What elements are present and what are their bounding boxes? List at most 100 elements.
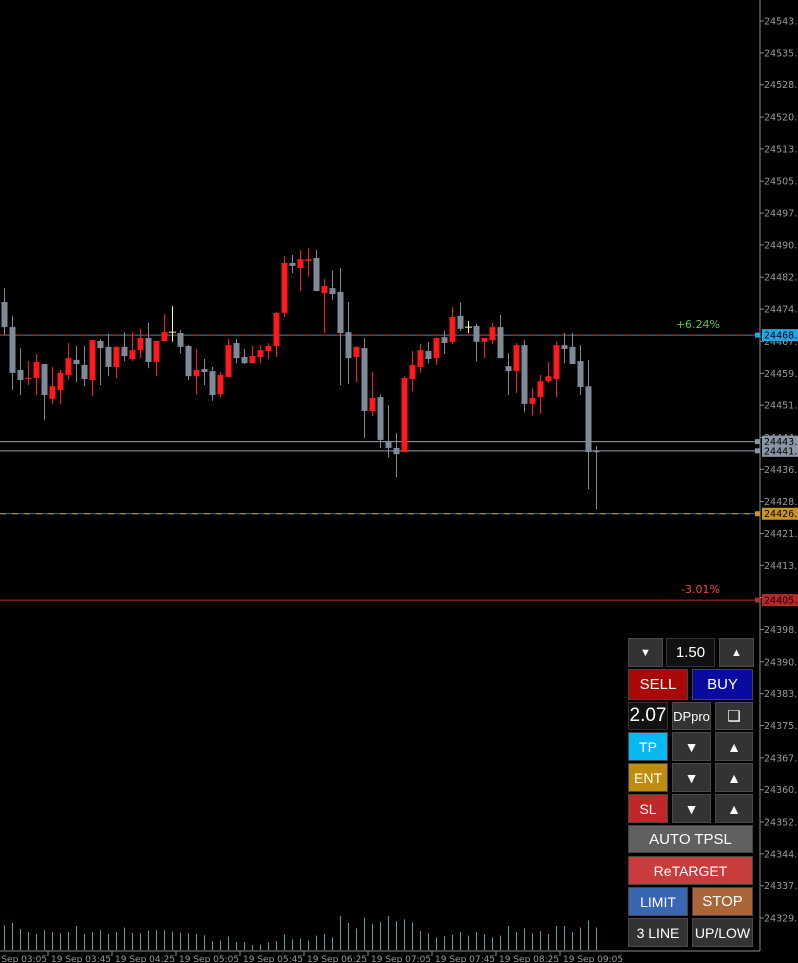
candle-body <box>313 257 320 292</box>
candle <box>193 348 200 395</box>
candle-body <box>321 286 328 294</box>
y-tick-label: 24344.9 <box>764 849 798 860</box>
y-tick-label: 24451.9 <box>764 401 798 412</box>
candle-body <box>185 346 192 377</box>
candle-body <box>33 361 40 378</box>
entry-down-button[interactable]: ▼ <box>672 763 711 792</box>
candle <box>33 353 40 396</box>
candle <box>9 315 16 391</box>
x-tick-label: 19 Sep 05:05 <box>179 955 239 963</box>
entry-up-button[interactable]: ▲ <box>715 763 753 792</box>
candle-body <box>481 338 488 342</box>
candle-body <box>49 386 56 399</box>
candle <box>225 338 232 378</box>
candle <box>457 302 464 331</box>
price-tag-label: 24426.0 <box>764 509 798 520</box>
y-tick-label: 24398.4 <box>764 625 798 636</box>
lot-size-field[interactable]: 1.50 <box>666 638 715 667</box>
candle-body <box>545 376 552 382</box>
candle-body <box>577 361 584 388</box>
y-tick-label: 24436.6 <box>764 465 798 476</box>
y-tick-label: 24383.1 <box>764 689 798 700</box>
candle-body <box>17 369 24 380</box>
lot-increase-button[interactable]: ▲ <box>719 638 754 667</box>
candle-body <box>281 262 288 313</box>
y-tick-label: 24497.7 <box>764 209 798 220</box>
sl-down-button[interactable]: ▼ <box>672 794 711 823</box>
candle <box>465 320 472 333</box>
lot-decrease-button[interactable]: ▼ <box>628 638 663 667</box>
candle-body <box>393 447 400 455</box>
level-percent-label: -3.01% <box>681 583 720 596</box>
candle <box>113 346 120 378</box>
up-low-button[interactable]: UP/LOW <box>692 918 753 947</box>
candle-body <box>329 288 336 294</box>
candle-body <box>249 356 256 364</box>
entry-button[interactable]: ENT <box>628 763 668 792</box>
retarget-button[interactable]: ReTARGET <box>628 856 753 885</box>
y-tick-label: 24413.7 <box>764 561 798 572</box>
candle-body <box>425 351 432 359</box>
candle <box>201 359 208 385</box>
candle <box>97 338 104 385</box>
candle-body <box>593 451 600 453</box>
sl-up-button[interactable]: ▲ <box>715 794 753 823</box>
tp-button[interactable]: TP <box>628 732 668 761</box>
three-line-button[interactable]: 3 LINE <box>628 918 688 947</box>
candle-body <box>473 325 480 342</box>
candle-body <box>9 327 16 373</box>
candle <box>377 394 384 448</box>
candle-body <box>241 356 248 364</box>
y-tick-label: 24505.3 <box>764 177 798 188</box>
auto-tpsl-button[interactable]: AUTO TPSL <box>628 825 753 853</box>
candle <box>353 346 360 383</box>
tp-up-button[interactable]: ▲ <box>715 732 753 761</box>
candle <box>577 345 584 396</box>
buy-button[interactable]: BUY <box>692 669 753 700</box>
candle <box>361 338 368 439</box>
y-tick-label: 24367.8 <box>764 753 798 764</box>
sell-button[interactable]: SELL <box>628 669 688 700</box>
level-handle <box>755 511 760 517</box>
candle-body <box>89 340 96 380</box>
candle-body <box>81 364 88 380</box>
candle-body <box>513 345 520 372</box>
candle-body <box>441 337 448 344</box>
x-tick-label: 19 Sep 07:45 <box>435 955 495 963</box>
candle-body <box>369 398 376 411</box>
dppro-button[interactable]: DPpro <box>672 702 711 730</box>
candle-body <box>177 333 184 347</box>
stop-button[interactable]: STOP <box>692 887 753 916</box>
candle-body <box>521 345 528 404</box>
candle-body <box>497 327 504 359</box>
candle <box>329 270 336 300</box>
candle <box>433 337 440 365</box>
candle-body <box>25 377 32 380</box>
candle-body <box>569 346 576 365</box>
candle <box>489 322 496 344</box>
candle <box>417 343 424 373</box>
limit-button[interactable]: LIMIT <box>628 887 688 916</box>
y-tick-label: 24535.9 <box>764 48 798 59</box>
window-icon[interactable]: ❑ <box>715 702 753 730</box>
candle <box>129 332 136 362</box>
sl-button[interactable]: SL <box>628 794 668 823</box>
candle-body <box>297 259 304 268</box>
level-percent-label: +6.24% <box>676 318 720 331</box>
candle-body <box>585 386 592 453</box>
candle <box>1 288 8 336</box>
tp-down-button[interactable]: ▼ <box>672 732 711 761</box>
candle-body <box>449 317 456 342</box>
candle-body <box>457 315 464 329</box>
candle-body <box>193 369 200 377</box>
candle <box>177 330 184 354</box>
level-handle <box>755 597 760 603</box>
price-tag-label: 24468.6 <box>764 331 798 342</box>
y-tick-label: 24375.5 <box>764 721 798 732</box>
candle-body <box>153 340 160 362</box>
candle-body <box>209 371 216 396</box>
candle-body <box>529 398 536 404</box>
candle-body <box>401 377 408 453</box>
candle <box>25 361 32 385</box>
candle <box>545 361 552 383</box>
